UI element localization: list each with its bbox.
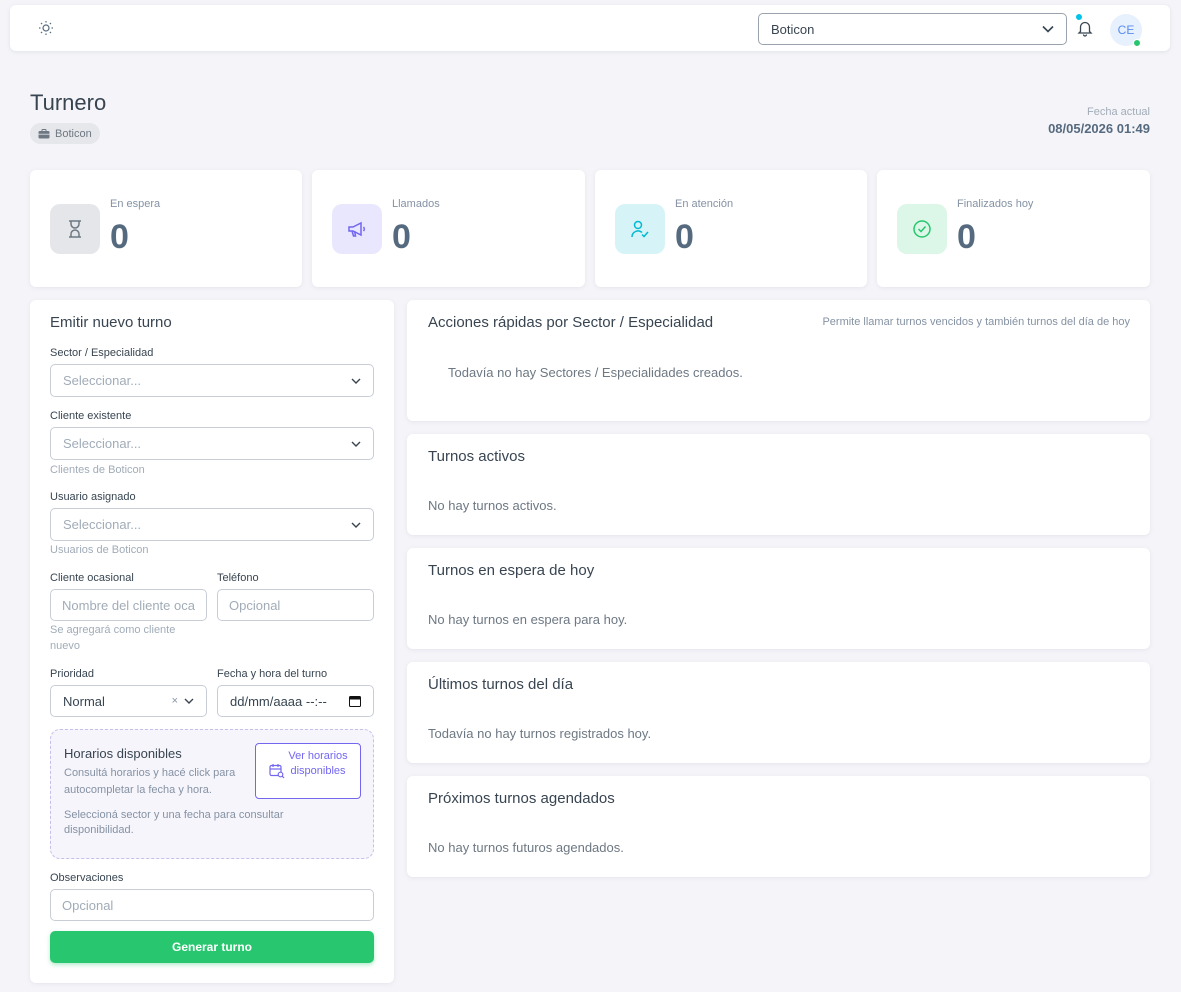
turnos-espera-section: Turnos en espera de hoy No hay turnos en…: [407, 548, 1150, 649]
stat-card-en-atencion: En atención 0: [595, 170, 867, 287]
chevron-down-icon: [1042, 25, 1054, 33]
acciones-rapidas-section: Acciones rápidas por Sector / Especialid…: [407, 300, 1150, 421]
sector-label: Sector / Especialidad: [50, 347, 154, 359]
stat-icon-box: [615, 204, 665, 254]
stat-label: En espera: [110, 198, 161, 210]
notification-dot: [1076, 14, 1082, 20]
section-empty-message: No hay turnos activos.: [428, 498, 557, 513]
usuario-select-value: Seleccionar...: [63, 517, 142, 532]
stat-icon-box: [897, 204, 947, 254]
usuario-label: Usuario asignado: [50, 491, 136, 503]
ocasional-hint: Se agregará como cliente nuevo: [50, 624, 176, 652]
stat-card-finalizados: Finalizados hoy 0: [877, 170, 1150, 287]
company-badge: Boticon: [30, 123, 100, 144]
calendar-icon[interactable]: [349, 695, 361, 707]
cliente-label: Cliente existente: [50, 410, 132, 422]
megaphone-icon: [348, 221, 366, 237]
turnos-activos-section: Turnos activos No hay turnos activos.: [407, 434, 1150, 535]
ocasional-label: Cliente ocasional: [50, 572, 134, 584]
fecha-input[interactable]: dd/mm/aaaa --:--: [217, 685, 374, 717]
stat-value: 0: [110, 218, 129, 256]
chevron-down-icon: [351, 378, 361, 384]
date-value: 08/05/2026 01:49: [1048, 121, 1150, 136]
company-badge-label: Boticon: [55, 127, 92, 140]
section-empty-message: Todavía no hay Sectores / Especialidades…: [448, 365, 743, 380]
fecha-label: Fecha y hora del turno: [217, 668, 328, 680]
stat-icon-box: [332, 204, 382, 254]
clear-icon[interactable]: ×: [172, 695, 178, 707]
avatar-initials: CE: [1117, 23, 1135, 37]
stat-value: 0: [675, 218, 694, 256]
section-title: Últimos turnos del día: [428, 676, 574, 693]
observaciones-label: Observaciones: [50, 872, 124, 884]
cliente-select-value: Seleccionar...: [63, 436, 142, 451]
stat-value: 0: [392, 218, 411, 256]
stat-card-llamados: Llamados 0: [312, 170, 585, 287]
bell-icon[interactable]: [1076, 19, 1094, 37]
date-label: Fecha actual: [1087, 106, 1150, 118]
hourglass-icon: [69, 220, 81, 238]
user-check-icon: [631, 220, 649, 238]
section-title: Turnos activos: [428, 448, 525, 465]
horarios-panel: Horarios disponibles Consultá horarios y…: [50, 729, 374, 859]
generar-turno-button[interactable]: Generar turno: [50, 931, 374, 963]
form-title: Emitir nuevo turno: [50, 314, 172, 331]
stat-label: En atención: [675, 198, 734, 210]
new-ticket-form: Emitir nuevo turno Sector / Especialidad…: [30, 300, 394, 983]
telefono-input[interactable]: [217, 589, 374, 621]
section-empty-message: No hay turnos futuros agendados.: [428, 840, 624, 855]
prioridad-label: Prioridad: [50, 668, 95, 680]
proximos-turnos-section: Próximos turnos agendados No hay turnos …: [407, 776, 1150, 877]
check-circle-icon: [913, 220, 931, 238]
chevron-down-icon: [351, 522, 361, 528]
ver-horarios-label: Ver horarios disponibles: [288, 750, 348, 777]
section-note: Permite llamar turnos vencidos y también…: [822, 316, 1130, 328]
page-title: Turnero: [30, 90, 107, 115]
sector-select-value: Seleccionar...: [63, 373, 142, 388]
chevron-down-icon: [184, 698, 194, 704]
ultimos-turnos-section: Últimos turnos del día Todavía no hay tu…: [407, 662, 1150, 763]
briefcase-icon: [38, 128, 50, 138]
calendar-search-icon: [269, 764, 285, 779]
online-status-dot: [1133, 39, 1141, 47]
prioridad-select-value: Normal: [63, 693, 105, 709]
section-title: Acciones rápidas por Sector / Especialid…: [428, 314, 714, 331]
company-select[interactable]: Boticon: [758, 13, 1067, 45]
stat-label: Finalizados hoy: [957, 198, 1034, 210]
prioridad-controls: ×: [172, 695, 194, 707]
horarios-note: Seleccioná sector y una fecha para consu…: [64, 809, 284, 836]
usuario-select[interactable]: Seleccionar...: [50, 508, 374, 541]
section-empty-message: No hay turnos en espera para hoy.: [428, 612, 628, 627]
horarios-title: Horarios disponibles: [64, 746, 182, 761]
prioridad-select[interactable]: Normal ×: [50, 685, 207, 717]
usuario-hint: Usuarios de Boticon: [50, 544, 149, 556]
stat-label: Llamados: [392, 198, 440, 210]
section-title: Turnos en espera de hoy: [428, 562, 595, 579]
sun-icon[interactable]: [38, 20, 54, 36]
section-empty-message: Todavía no hay turnos registrados hoy.: [428, 726, 652, 741]
sector-select[interactable]: Seleccionar...: [50, 364, 374, 397]
telefono-label: Teléfono: [217, 572, 259, 584]
top-navbar: Boticon CE: [10, 5, 1170, 51]
cliente-hint: Clientes de Boticon: [50, 464, 145, 476]
section-title: Próximos turnos agendados: [428, 790, 615, 807]
stat-value: 0: [957, 218, 976, 256]
fecha-input-value: dd/mm/aaaa --:--: [230, 693, 327, 709]
company-select-value: Boticon: [771, 21, 815, 37]
ocasional-input[interactable]: [50, 589, 207, 621]
observaciones-input[interactable]: [50, 889, 374, 921]
cliente-select[interactable]: Seleccionar...: [50, 427, 374, 460]
chevron-down-icon: [351, 441, 361, 447]
horarios-description: Consultá horarios y hacé click para auto…: [64, 767, 236, 796]
stat-icon-box: [50, 204, 100, 254]
ver-horarios-button[interactable]: Ver horarios disponibles: [255, 743, 361, 799]
stat-card-en-espera: En espera 0: [30, 170, 302, 287]
